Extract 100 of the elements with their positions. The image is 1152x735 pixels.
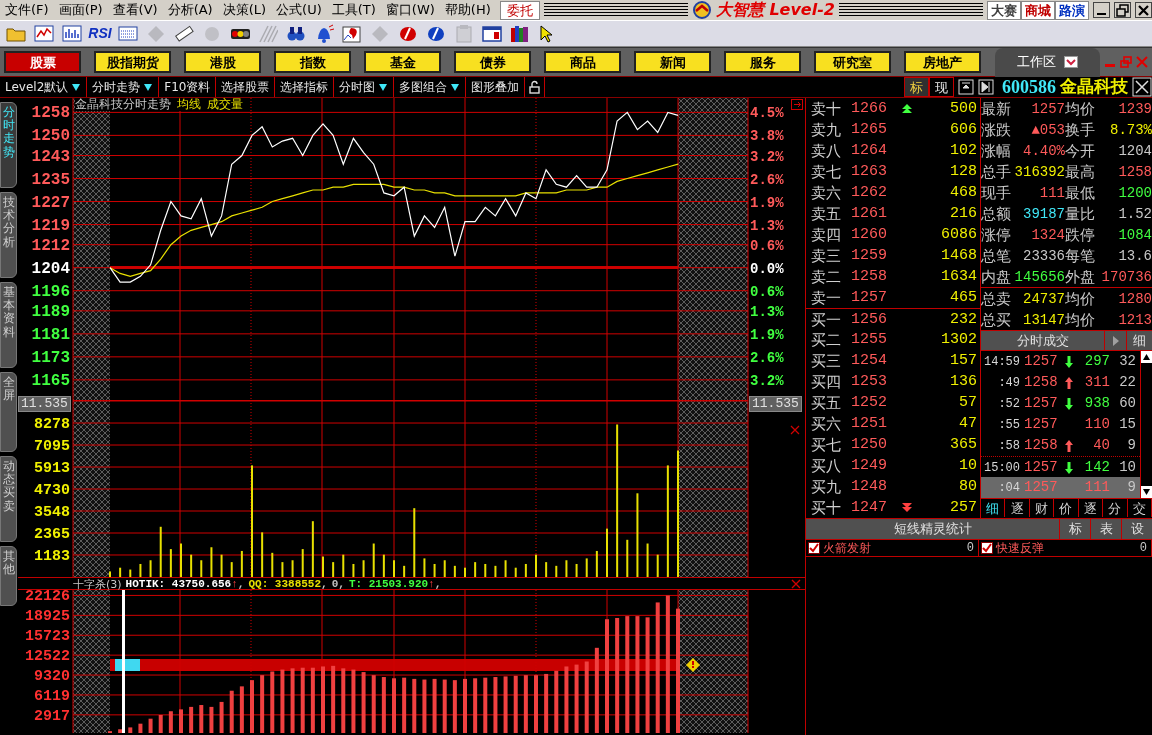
top-link[interactable]: 商城 <box>1021 0 1055 20</box>
trade-time: :58 <box>997 437 1021 455</box>
level-volume: 606 <box>949 120 977 140</box>
market-tab[interactable]: 房地产 <box>904 51 981 73</box>
trade-row[interactable]: 14:59 1257 297 32 <box>981 351 1140 372</box>
level-price: 1256 <box>851 310 888 330</box>
trade-time: :04 <box>997 479 1021 497</box>
cursor-readout: 11.535 <box>749 396 802 412</box>
axis-label: 15723 <box>25 628 70 646</box>
level-volume: 80 <box>958 477 977 497</box>
side-tab[interactable]: 其他 <box>0 546 17 606</box>
top-link[interactable]: 大赛 <box>987 0 1021 20</box>
side-tab[interactable]: 技术分析 <box>0 192 17 278</box>
market-tab[interactable]: 基金 <box>364 51 441 73</box>
trade-row[interactable]: :55 1257 110 15 <box>981 414 1140 435</box>
stat-value: 1258 <box>1117 162 1152 182</box>
level-price: 1263 <box>851 162 888 182</box>
level-label: 卖五 <box>811 204 842 225</box>
side-tab[interactable]: 全屏 <box>0 372 17 452</box>
trade-row[interactable]: :52 1257 938 60 <box>981 393 1140 414</box>
trade-button[interactable]: 委托 <box>499 0 540 20</box>
level-label: 卖六 <box>811 183 842 204</box>
level-label: 买四 <box>811 372 842 393</box>
trade-time: 14:59 <box>983 353 1021 371</box>
stat-value: 1.52 <box>1117 204 1152 224</box>
level-label: 买六 <box>811 414 842 435</box>
stat-label: 换手 <box>1065 120 1096 141</box>
stat-value: 1257 <box>1030 99 1065 119</box>
menu-item[interactable]: 窗口(W) <box>380 0 440 20</box>
level-volume: 465 <box>949 288 977 308</box>
level-label: 卖七 <box>811 162 842 183</box>
top-link[interactable]: 路演 <box>1055 0 1089 20</box>
level-volume: 157 <box>949 351 977 371</box>
menu-item[interactable]: 公式(U) <box>271 0 327 20</box>
market-tab[interactable]: 新闻 <box>634 51 711 73</box>
axis-label: 5913 <box>34 460 70 477</box>
indicator-value: QQ: 3388552, <box>248 578 328 589</box>
trade-time: :55 <box>997 416 1021 434</box>
view-button[interactable]: 标 <box>904 77 929 97</box>
level-price: 1251 <box>851 414 888 434</box>
menu-item[interactable]: 帮助(H) <box>439 0 496 20</box>
market-tab[interactable]: 股票 <box>4 51 81 73</box>
level-volume: 128 <box>949 162 977 182</box>
menu-item[interactable]: 分析(A) <box>162 0 218 20</box>
trade-price: 1258 <box>1024 373 1059 392</box>
side-tab[interactable]: 基本资料 <box>0 282 17 368</box>
axis-label: 6119 <box>34 687 70 705</box>
menu-item[interactable]: 工具(T) <box>326 0 381 20</box>
menu-item[interactable]: 决策(L) <box>217 0 272 20</box>
market-tab[interactable]: 港股 <box>184 51 261 73</box>
stat-label: 涨跌 <box>981 120 1012 141</box>
market-tab[interactable]: 服务 <box>724 51 801 73</box>
axis-label: 2365 <box>34 526 70 543</box>
menu-item[interactable]: 查看(V) <box>107 0 163 20</box>
market-tab[interactable]: 指数 <box>274 51 351 73</box>
side-tab[interactable]: 动态买卖 <box>0 456 17 542</box>
stat-label: 总额 <box>981 204 1012 225</box>
market-tab[interactable]: 研究室 <box>814 51 891 73</box>
level-price: 1261 <box>851 204 888 224</box>
stat-value: 39187 <box>1022 204 1065 224</box>
signal-label: 快速反弹 <box>996 540 1044 557</box>
indicator-title: 十字杀(3) <box>73 578 122 589</box>
legend-label: 成交量 <box>207 98 243 111</box>
level-volume: 1634 <box>940 267 977 287</box>
market-tab[interactable]: 股指期货 <box>94 51 171 73</box>
level-volume: 1468 <box>940 246 977 266</box>
axis-label: 1204 <box>31 259 70 278</box>
trade-row[interactable]: :58 1258 40 9 <box>981 435 1140 456</box>
rsi-button[interactable]: RSI <box>88 22 112 45</box>
menu-item[interactable]: 画面(P) <box>53 0 108 20</box>
level-volume: 57 <box>958 393 977 413</box>
chart-title: 金晶科技分时走势 <box>75 98 171 111</box>
side-tab[interactable]: 分时走势 <box>0 102 17 188</box>
axis-label: 1212 <box>31 236 70 255</box>
axis-label: 3.8% <box>750 128 784 145</box>
menu-item[interactable]: 文件(F) <box>0 0 54 20</box>
stat-value: 24737 <box>1022 289 1065 309</box>
stat-label: 每笔 <box>1065 246 1096 267</box>
market-tab[interactable]: 债券 <box>454 51 531 73</box>
stat-value: 4.40% <box>1022 141 1065 161</box>
trade-row[interactable]: :49 1258 311 22 <box>981 372 1140 393</box>
app-title: 大智慧 Level-2 <box>715 0 835 21</box>
stat-label: 外盘 <box>1065 267 1096 288</box>
trade-volume: 110 <box>1083 415 1110 434</box>
trade-price: 1257 <box>1024 352 1059 371</box>
level-price: 1249 <box>851 456 888 476</box>
axis-label: 2.6% <box>750 171 784 188</box>
indicator-value: T: 21503.920↑, <box>348 578 442 589</box>
level-price: 1253 <box>851 372 888 392</box>
trade-volume: 938 <box>1083 394 1110 413</box>
stat-value: 111 <box>1038 183 1065 203</box>
stat-label: 今开 <box>1065 141 1096 162</box>
axis-label: 12522 <box>25 648 70 666</box>
market-tab[interactable]: 商品 <box>544 51 621 73</box>
axis-label: 3.2% <box>750 148 784 165</box>
axis-label: 1227 <box>31 193 70 212</box>
trade-count: 32 <box>1118 352 1137 371</box>
level-volume: 500 <box>949 99 977 119</box>
view-button[interactable]: 现 <box>929 77 954 97</box>
trade-row[interactable]: :04 1257 111 9 <box>981 477 1140 498</box>
